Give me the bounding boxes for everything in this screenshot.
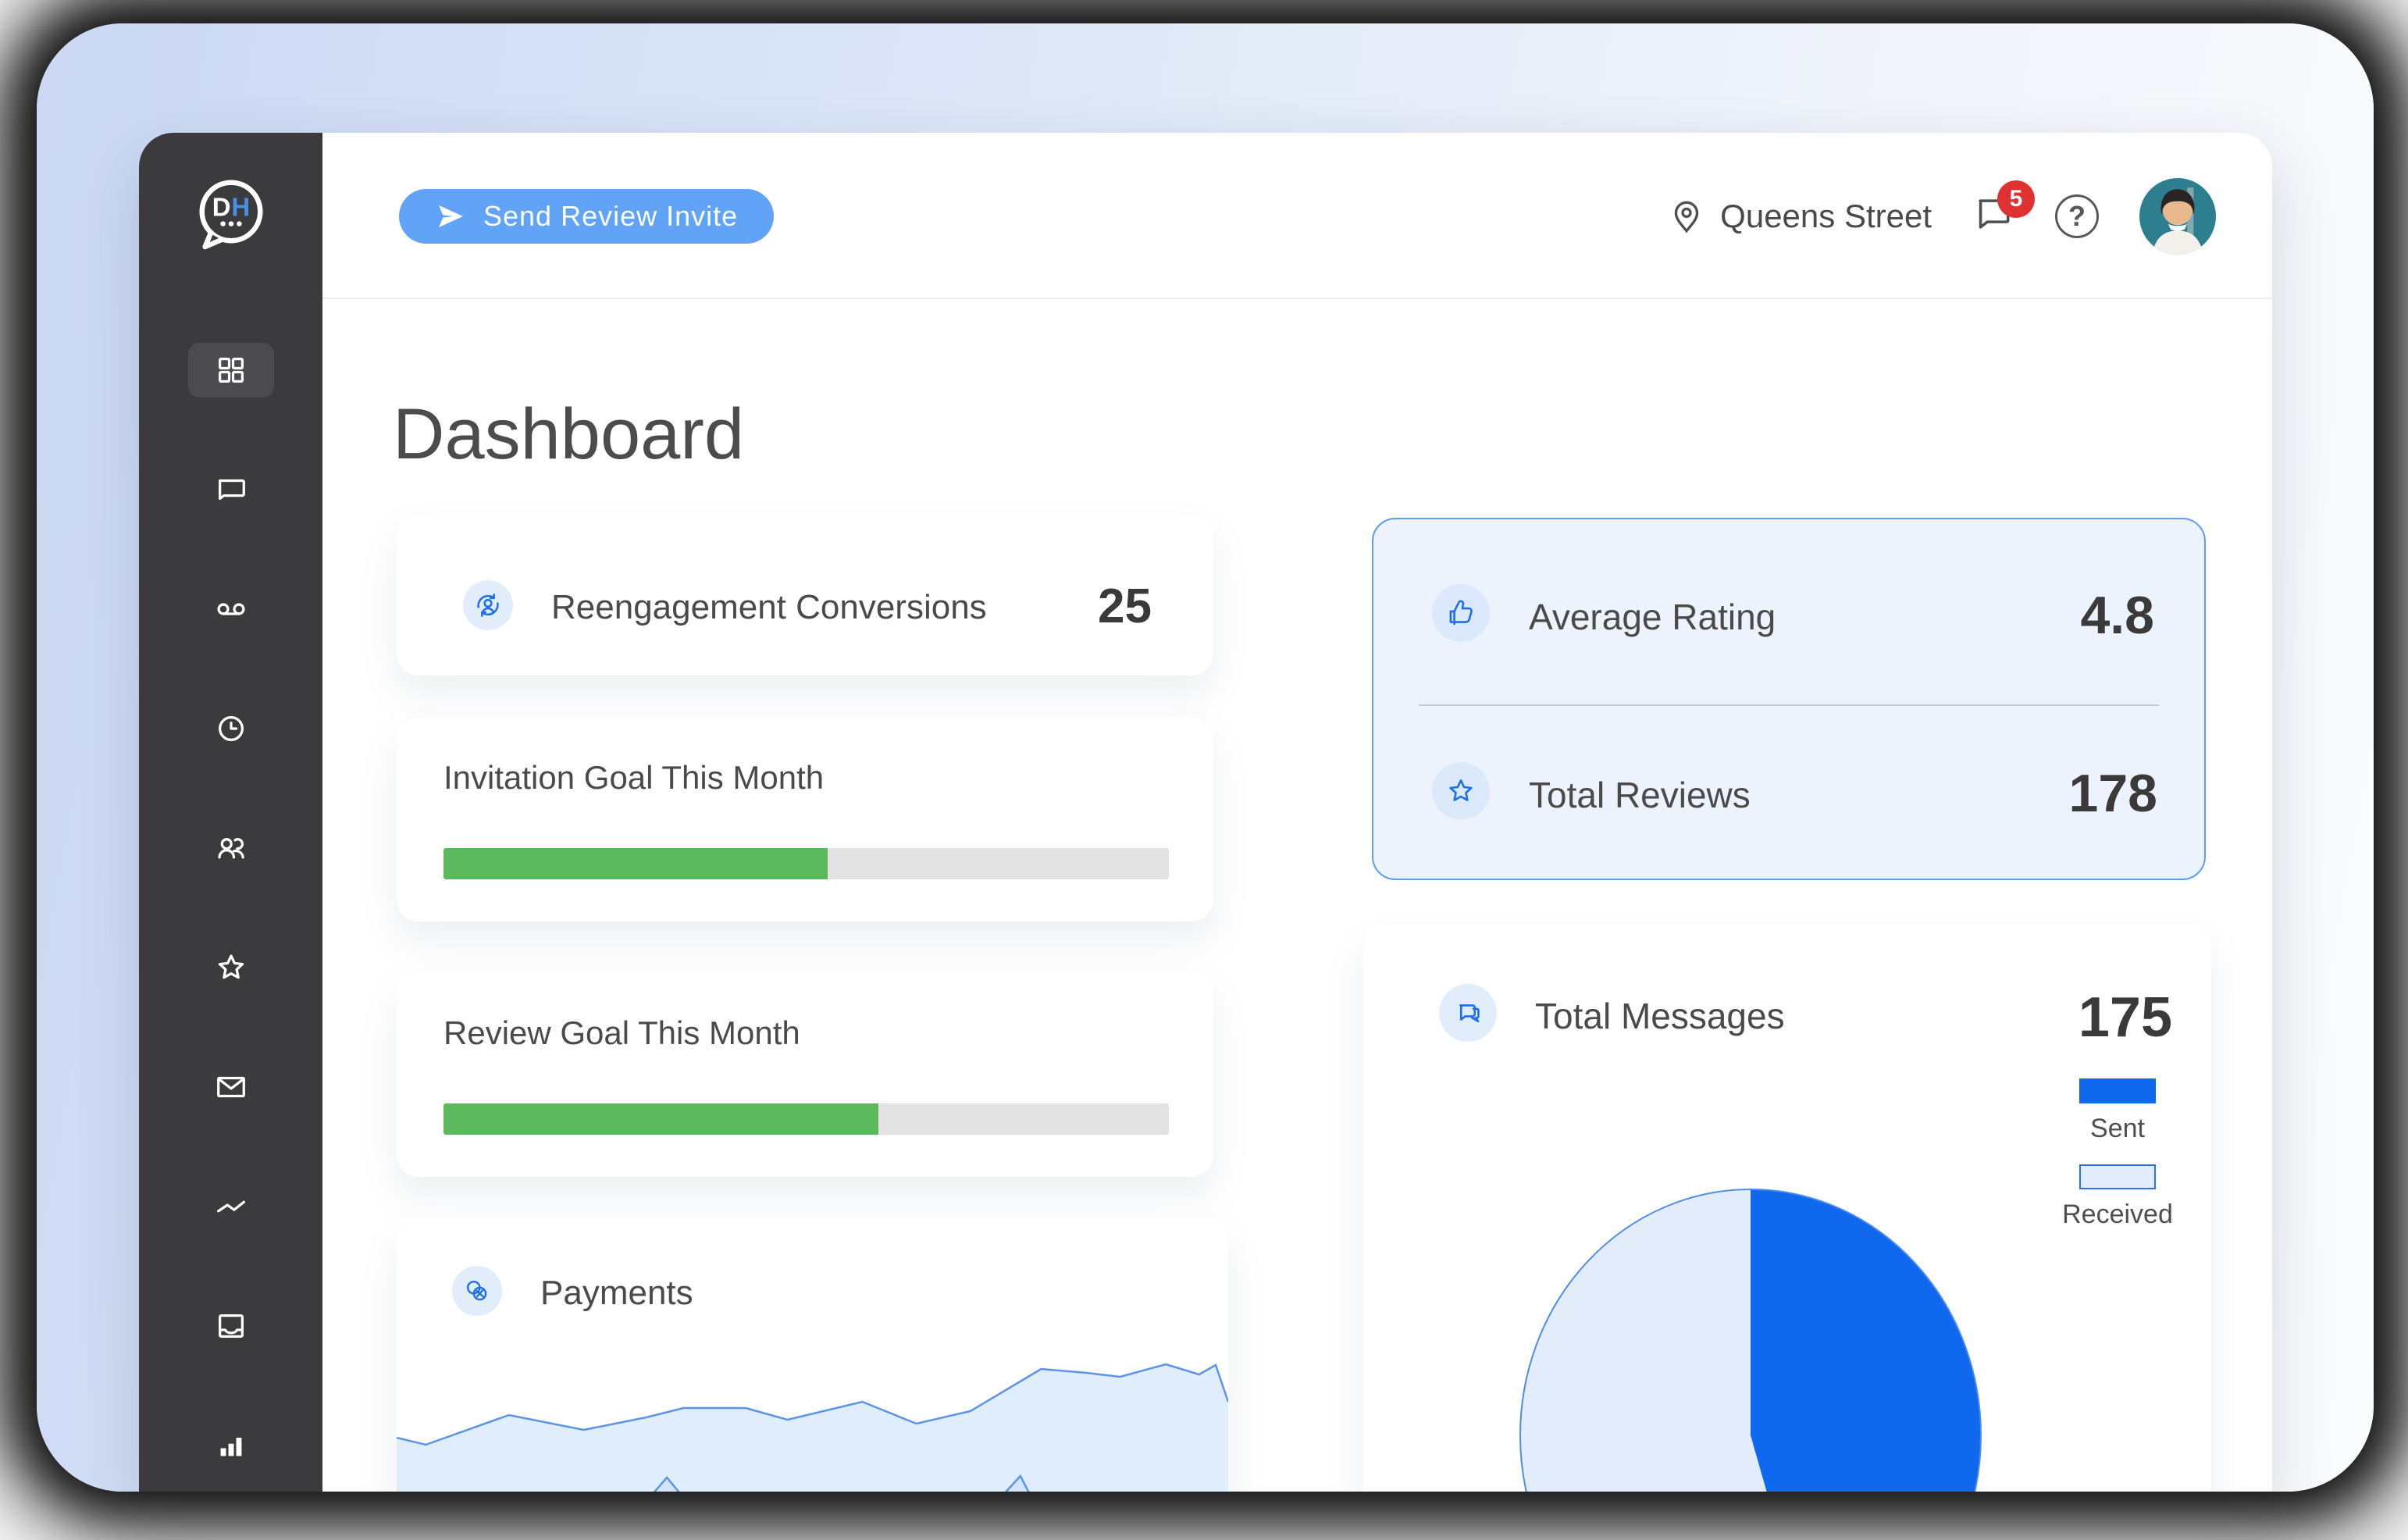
- topbar: Send Review Invite Queens Street 5 ?: [322, 133, 2272, 299]
- average-rating-icon-bubble: [1432, 584, 1490, 642]
- notification-badge: 5: [1997, 180, 2035, 218]
- total-reviews-icon-bubble: [1432, 762, 1490, 820]
- invitation-goal-progress-track: [443, 848, 1169, 879]
- thumbs-up-icon: [1449, 600, 1473, 626]
- app-window: D H Send Review Invite Queens Street 5 ?…: [139, 133, 2272, 1492]
- review-goal-card: Review Goal This Month: [397, 972, 1213, 1177]
- sidebar-item-reports[interactable]: [188, 1418, 274, 1473]
- invitation-goal-card: Invitation Goal This Month: [397, 717, 1213, 922]
- avatar-image: [2139, 177, 2216, 255]
- help-button[interactable]: ?: [2055, 194, 2099, 238]
- sidebar-item-analytics[interactable]: [188, 1179, 274, 1234]
- background-panel: D H Send Review Invite Queens Street 5 ?…: [37, 23, 2374, 1492]
- notifications-button[interactable]: 5: [1972, 180, 2035, 239]
- average-rating-value: 4.8: [2080, 586, 2154, 645]
- reengagement-icon-bubble: [463, 580, 513, 630]
- sidebar-item-email[interactable]: [188, 1060, 274, 1114]
- topbar-right-group: Queens Street 5 ?: [1667, 133, 2216, 299]
- invitation-goal-progress-fill: [443, 848, 828, 879]
- payments-icon-bubble: [452, 1266, 502, 1316]
- total-messages-card: Total Messages 175 Sent Received: [1363, 925, 2211, 1492]
- sidebar-item-history[interactable]: [188, 701, 274, 756]
- card-divider: [1419, 704, 2159, 706]
- location-selector[interactable]: Queens Street: [1667, 197, 1932, 236]
- review-goal-progress-fill: [443, 1103, 879, 1135]
- average-rating-label: Average Rating: [1529, 597, 1776, 637]
- reengagement-value: 25: [1098, 579, 1152, 633]
- sidebar: D H: [139, 133, 322, 1492]
- main-area: Send Review Invite Queens Street 5 ? Das…: [322, 133, 2272, 1492]
- location-pin-icon: [1674, 201, 1699, 233]
- location-label: Queens Street: [1720, 197, 1932, 234]
- send-review-invite-button[interactable]: Send Review Invite: [399, 189, 775, 244]
- voicemail-icon: [216, 603, 245, 615]
- logo-speech-bubble-icon: D H: [198, 180, 263, 250]
- logo-letter-h: H: [231, 193, 250, 222]
- payments-label: Payments: [540, 1274, 693, 1312]
- trend-line-icon: [216, 1200, 245, 1213]
- app-logo[interactable]: D H: [191, 173, 272, 258]
- logo-letter-d: D: [212, 193, 230, 222]
- review-goal-progress-track: [443, 1103, 1169, 1135]
- people-icon: [217, 838, 244, 859]
- rating-summary-card: Average Rating 4.8 Total Reviews 178: [1372, 518, 2206, 880]
- dashboard-grid-icon: [218, 357, 244, 383]
- user-avatar[interactable]: [2139, 177, 2216, 255]
- paper-plane-icon: [439, 205, 463, 228]
- review-goal-label: Review Goal This Month: [443, 1014, 800, 1051]
- chat-bubble-icon: [218, 479, 245, 501]
- sidebar-item-voicemail[interactable]: [188, 582, 274, 636]
- sidebar-item-inbox[interactable]: [188, 1299, 274, 1353]
- reengagement-conversions-card: Reengagement Conversions 25: [397, 515, 1213, 676]
- payments-card: Payments: [397, 1218, 1228, 1492]
- star-outline-icon: [1449, 779, 1473, 801]
- reengagement-label: Reengagement Conversions: [551, 588, 987, 626]
- total-reviews-value: 178: [2068, 764, 2157, 823]
- page-title: Dashboard: [393, 394, 745, 474]
- clock-icon: [218, 715, 244, 742]
- sidebar-item-dashboard[interactable]: [187, 343, 274, 397]
- sidebar-item-reviews[interactable]: [188, 940, 274, 995]
- reengagement-users-refresh-icon: [477, 594, 499, 617]
- payments-area-chart: [397, 1363, 1228, 1492]
- inbox-tray-icon: [218, 1314, 244, 1339]
- total-reviews-label: Total Reviews: [1529, 775, 1751, 815]
- bar-chart-icon: [220, 1438, 241, 1456]
- sidebar-item-messages[interactable]: [188, 462, 274, 517]
- sidebar-item-contacts[interactable]: [188, 821, 274, 875]
- star-icon: [218, 954, 244, 979]
- invitation-goal-label: Invitation Goal This Month: [443, 759, 825, 796]
- coins-icon: [466, 1280, 487, 1301]
- help-glyph: ?: [2068, 199, 2086, 232]
- send-review-invite-label: Send Review Invite: [483, 200, 739, 232]
- screenshot-stage: D H Send Review Invite Queens Street 5 ?…: [0, 0, 2408, 1540]
- messages-pie-chart: [1519, 1189, 1982, 1492]
- envelope-icon: [216, 1076, 245, 1098]
